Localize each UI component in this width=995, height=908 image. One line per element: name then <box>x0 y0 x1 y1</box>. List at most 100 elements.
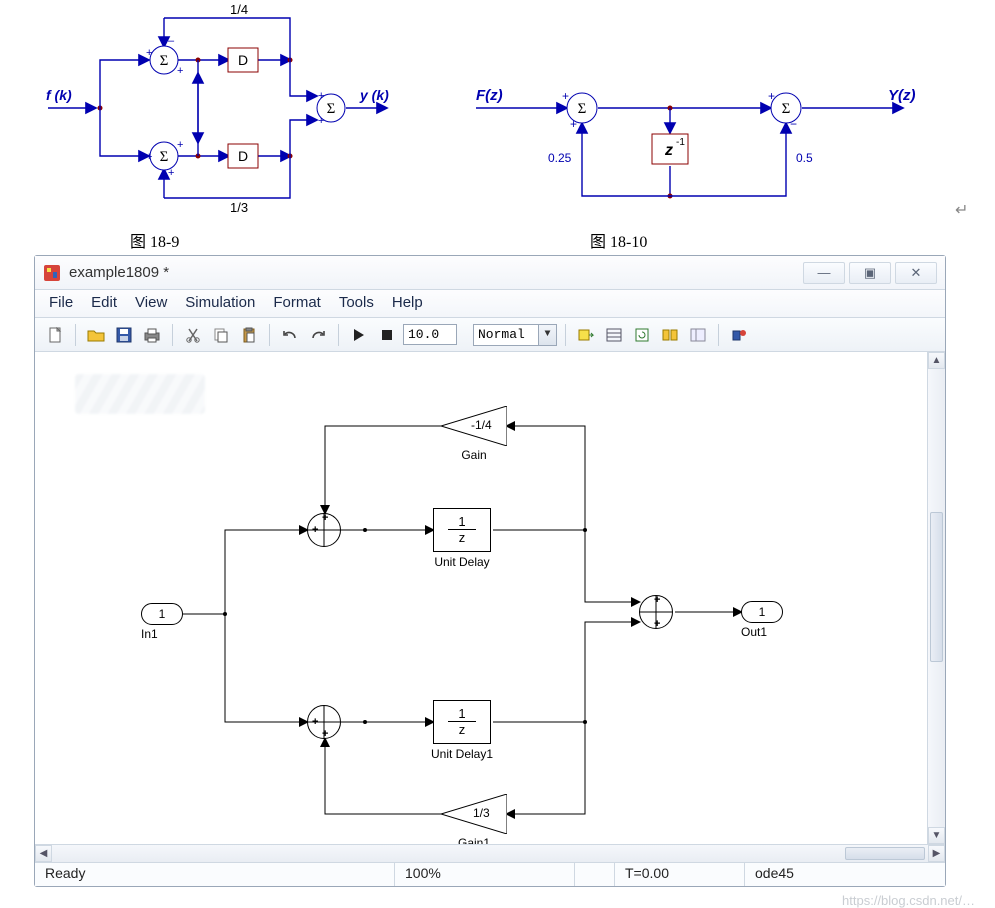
update-diagram-button[interactable] <box>602 323 626 347</box>
menu-edit[interactable]: Edit <box>91 294 117 311</box>
chevron-down-icon[interactable]: ▼ <box>538 325 556 345</box>
copy-button[interactable] <box>209 323 233 347</box>
print-icon <box>143 327 161 343</box>
redo-button[interactable] <box>306 323 330 347</box>
cut-icon <box>185 327 201 343</box>
print-button[interactable] <box>140 323 164 347</box>
scroll-right-icon[interactable]: ▶ <box>928 845 945 862</box>
unit-delay-top[interactable]: 1 z Unit Delay <box>433 508 491 552</box>
cut-button[interactable] <box>181 323 205 347</box>
sim-mode-value[interactable] <box>474 326 538 344</box>
svg-text:Σ: Σ <box>782 101 791 117</box>
input-label: F(z) <box>476 87 503 104</box>
statusbar: Ready 100% T=0.00 ode45 <box>35 862 945 886</box>
svg-text:+: + <box>146 151 152 163</box>
svg-text:+: + <box>168 167 174 179</box>
svg-text:−: − <box>790 117 797 131</box>
explorer-icon <box>689 327 707 343</box>
minimize-button[interactable]: — <box>803 262 845 284</box>
maximize-button[interactable]: ▣ <box>849 262 891 284</box>
gain-top[interactable]: -1/4 Gain <box>441 406 507 446</box>
unit-delay-top-label: Unit Delay <box>422 555 502 569</box>
sum-bottom[interactable]: + + <box>307 705 341 739</box>
library-icon <box>661 327 679 343</box>
titlebar: example1809 * — ▣ ✕ <box>35 256 945 290</box>
scroll-up-icon[interactable]: ▲ <box>928 352 945 369</box>
undo-button[interactable] <box>278 323 302 347</box>
gain-bottom-label: Gain1 <box>441 836 507 844</box>
svg-text:Σ: Σ <box>578 101 587 117</box>
update-icon <box>605 327 623 343</box>
svg-text:+: + <box>177 139 183 151</box>
svg-text:D: D <box>238 148 248 164</box>
gain-top-value: -1/4 <box>471 418 492 432</box>
cr-mark: ↵ <box>955 200 968 220</box>
sum-top[interactable]: + + <box>307 513 341 547</box>
diagram-18-9: Σ Σ Σ D D + – + + + + + + 1/4 1/3 f (k) <box>40 0 420 215</box>
sim-mode-combo[interactable]: ▼ <box>473 324 557 346</box>
menubar: File Edit View Simulation Format Tools H… <box>35 290 945 318</box>
gain-right: 0.5 <box>796 151 813 165</box>
model-explorer-button[interactable] <box>686 323 710 347</box>
hscroll-thumb[interactable] <box>845 847 925 860</box>
sum-out[interactable]: + + <box>639 595 673 629</box>
svg-text:+: + <box>562 89 569 103</box>
new-file-icon <box>47 327 63 343</box>
menu-simulation[interactable]: Simulation <box>185 294 255 311</box>
svg-text:+: + <box>177 65 183 77</box>
app-icon <box>43 264 61 282</box>
debug-icon <box>730 327 748 343</box>
svg-text:+: + <box>570 117 577 131</box>
copy-icon <box>213 327 229 343</box>
vertical-scrollbar[interactable]: ▲ ▼ <box>927 352 945 844</box>
status-t: T=0.00 <box>615 863 745 886</box>
scroll-down-icon[interactable]: ▼ <box>928 827 945 844</box>
gain-bottom[interactable]: 1/3 Gain1 <box>441 794 507 834</box>
stop-icon <box>381 329 393 341</box>
new-button[interactable] <box>43 323 67 347</box>
status-solver: ode45 <box>745 863 945 886</box>
unit-delay-bottom[interactable]: 1 z Unit Delay1 <box>433 700 491 744</box>
model-canvas-wrap: 1 In1 1 Out1 + + + + + <box>35 352 945 844</box>
toolbar: ▼ <box>35 318 945 352</box>
close-button[interactable]: ✕ <box>895 262 937 284</box>
svg-text:+: + <box>146 47 152 59</box>
save-button[interactable] <box>112 323 136 347</box>
status-spacer <box>575 863 615 886</box>
simulink-window: example1809 * — ▣ ✕ File Edit View Simul… <box>34 255 946 887</box>
horizontal-scrollbar[interactable]: ◀ ▶ <box>35 844 945 862</box>
vscroll-thumb[interactable] <box>930 512 943 662</box>
refresh-button[interactable] <box>630 323 654 347</box>
open-folder-icon <box>87 327 105 343</box>
menu-help[interactable]: Help <box>392 294 423 311</box>
menu-tools[interactable]: Tools <box>339 294 374 311</box>
caption-18-10: 图 18-10 <box>590 228 647 252</box>
svg-text:-1: -1 <box>676 137 685 148</box>
svg-text:+: + <box>318 115 324 127</box>
menu-view[interactable]: View <box>135 294 167 311</box>
output-label: y (k) <box>359 87 389 103</box>
build-button[interactable] <box>574 323 598 347</box>
window-title: example1809 * <box>69 264 799 281</box>
model-canvas[interactable]: 1 In1 1 Out1 + + + + + <box>35 352 927 844</box>
page-watermark: https://blog.csdn.net/… <box>0 887 995 908</box>
input-label: f (k) <box>46 87 72 103</box>
gain-left: 0.25 <box>548 151 572 165</box>
caption-18-9: 图 18-9 <box>130 228 179 252</box>
redo-icon <box>309 328 327 342</box>
save-icon <box>116 327 132 343</box>
svg-text:+: + <box>768 89 775 103</box>
paste-button[interactable] <box>237 323 261 347</box>
open-button[interactable] <box>84 323 108 347</box>
menu-format[interactable]: Format <box>273 294 321 311</box>
debug-button[interactable] <box>727 323 751 347</box>
stop-sim-button[interactable] <box>375 323 399 347</box>
status-zoom: 100% <box>395 863 575 886</box>
start-sim-button[interactable] <box>347 323 371 347</box>
scroll-left-icon[interactable]: ◀ <box>35 845 52 862</box>
library-browser-button[interactable] <box>658 323 682 347</box>
gain-top-label: 1/4 <box>230 2 248 17</box>
stop-time-input[interactable] <box>403 324 457 345</box>
menu-file[interactable]: File <box>49 294 73 311</box>
sum-symbol: Σ <box>160 53 169 69</box>
